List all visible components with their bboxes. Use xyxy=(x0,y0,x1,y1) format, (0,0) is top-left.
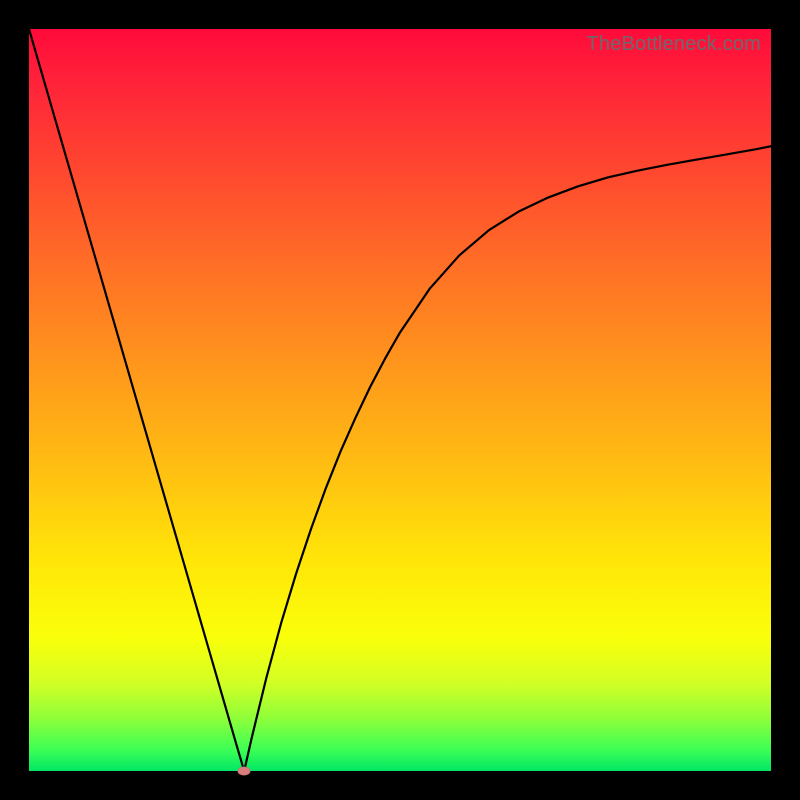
plot-area: TheBottleneck.com xyxy=(29,29,771,771)
minimum-marker xyxy=(238,767,251,776)
curve-path xyxy=(29,29,771,771)
chart-frame: TheBottleneck.com xyxy=(0,0,800,800)
bottleneck-curve xyxy=(29,29,771,771)
